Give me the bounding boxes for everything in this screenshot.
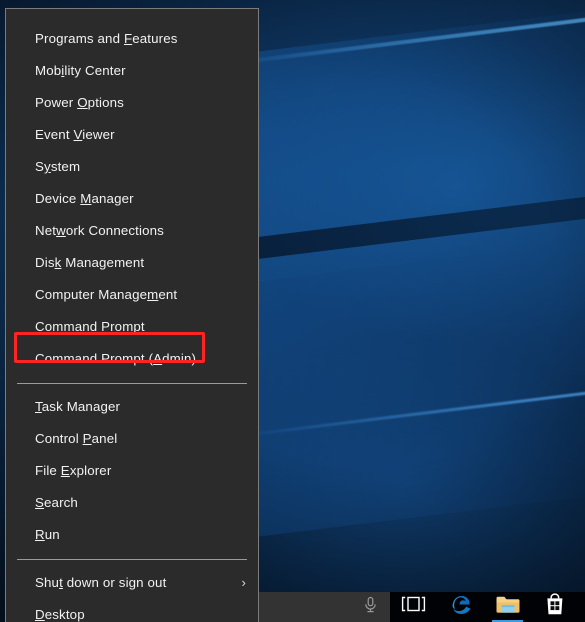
menu-item-label: Disk Management xyxy=(35,255,145,270)
menu-group-session: Shut down or sign out › Desktop xyxy=(6,567,258,622)
menu-separator-2 xyxy=(17,559,247,560)
menu-group-tools: Task Manager Control Panel File Explorer Se… xyxy=(6,391,258,551)
menu-item-desktop[interactable]: Desktop xyxy=(6,599,258,622)
menu-item-network-connections[interactable]: Network Connections xyxy=(6,215,258,247)
menu-item-label: Control Panel xyxy=(35,431,118,446)
wallpaper-light-ray-top xyxy=(258,16,585,62)
wallpaper-pane-gap xyxy=(250,195,585,260)
menu-item-command-prompt[interactable]: Command Prompt xyxy=(6,311,258,343)
access-key-char: i xyxy=(61,63,65,78)
menu-item-computer-management[interactable]: Computer Management xyxy=(6,279,258,311)
access-key-char: T xyxy=(35,399,42,414)
chevron-right-icon: › xyxy=(241,575,246,590)
file-explorer-button[interactable] xyxy=(484,592,531,622)
access-key-char: E xyxy=(60,463,70,478)
access-key-char: D xyxy=(35,607,45,622)
microphone-icon[interactable] xyxy=(363,596,378,619)
wallpaper-pane-lower xyxy=(255,240,585,538)
taskbar xyxy=(259,592,585,622)
menu-item-label: Command Prompt (Admin) xyxy=(35,351,197,366)
access-key-char: V xyxy=(73,127,83,142)
access-key-char: S xyxy=(35,495,45,510)
access-key-char: F xyxy=(123,31,133,46)
menu-item-label: File Explorer xyxy=(35,463,112,478)
menu-item-label: Device Manager xyxy=(35,191,134,206)
microsoft-edge-button[interactable] xyxy=(437,592,484,622)
access-key-char: m xyxy=(147,287,159,302)
winx-power-user-menu: Programs and Features Mobility Center Powe… xyxy=(5,8,259,622)
menu-item-shut-down-or-sign-out[interactable]: Shut down or sign out › xyxy=(6,567,258,599)
menu-item-disk-management[interactable]: Disk Management xyxy=(6,247,258,279)
menu-item-search[interactable]: Search xyxy=(6,487,258,519)
menu-group-system: Programs and Features Mobility Center Powe… xyxy=(6,9,258,375)
menu-item-label: Power Options xyxy=(35,95,124,110)
menu-item-event-viewer[interactable]: Event Viewer xyxy=(6,119,258,151)
menu-item-label: Network Connections xyxy=(35,223,164,238)
menu-item-control-panel[interactable]: Control Panel xyxy=(6,423,258,455)
menu-item-device-manager[interactable]: Device Manager xyxy=(6,183,258,215)
edge-icon xyxy=(449,593,473,622)
access-key-char: P xyxy=(82,431,92,446)
menu-item-system[interactable]: System xyxy=(6,151,258,183)
menu-item-task-manager[interactable]: Task Manager xyxy=(6,391,258,423)
menu-item-label: Desktop xyxy=(35,607,85,622)
menu-item-mobility-center[interactable]: Mobility Center xyxy=(6,55,258,87)
menu-item-label: Programs and Features xyxy=(35,31,178,46)
menu-item-file-explorer[interactable]: File Explorer xyxy=(6,455,258,487)
access-key-char: A xyxy=(153,351,163,366)
access-key-char: y xyxy=(44,159,51,174)
menu-item-run[interactable]: Run xyxy=(6,519,258,551)
menu-item-label: Task Manager xyxy=(35,399,121,414)
access-key-char: M xyxy=(80,191,92,206)
menu-item-label: Shut down or sign out xyxy=(35,575,167,590)
menu-item-label: Mobility Center xyxy=(35,63,126,78)
access-key-char: R xyxy=(35,527,45,542)
screen: Programs and Features Mobility Center Powe… xyxy=(0,0,585,622)
wallpaper-light-ray-bottom xyxy=(258,390,585,435)
menu-item-command-prompt-admin[interactable]: Command Prompt (Admin) xyxy=(6,343,258,375)
task-view-button[interactable] xyxy=(390,592,437,622)
menu-item-label: Computer Management xyxy=(35,287,178,302)
taskbar-search-box[interactable] xyxy=(259,592,390,622)
menu-item-programs-and-features[interactable]: Programs and Features xyxy=(6,23,258,55)
menu-separator-1 xyxy=(17,383,247,384)
menu-item-label: Run xyxy=(35,527,60,542)
menu-item-power-options[interactable]: Power Options xyxy=(6,87,258,119)
access-key-char: C xyxy=(35,319,45,334)
access-key-char: w xyxy=(56,223,66,238)
task-view-icon xyxy=(401,596,426,618)
wallpaper-pane-upper xyxy=(255,10,585,283)
microsoft-store-button[interactable] xyxy=(531,592,578,622)
menu-item-label: Command Prompt xyxy=(35,319,145,334)
store-bag-icon xyxy=(544,593,566,621)
folder-icon xyxy=(495,594,521,620)
access-key-char: k xyxy=(54,255,62,270)
menu-item-label: Search xyxy=(35,495,78,510)
menu-item-label: System xyxy=(35,159,81,174)
access-key-char: t xyxy=(59,575,63,590)
access-key-char: O xyxy=(77,95,88,110)
menu-item-label: Event Viewer xyxy=(35,127,115,142)
